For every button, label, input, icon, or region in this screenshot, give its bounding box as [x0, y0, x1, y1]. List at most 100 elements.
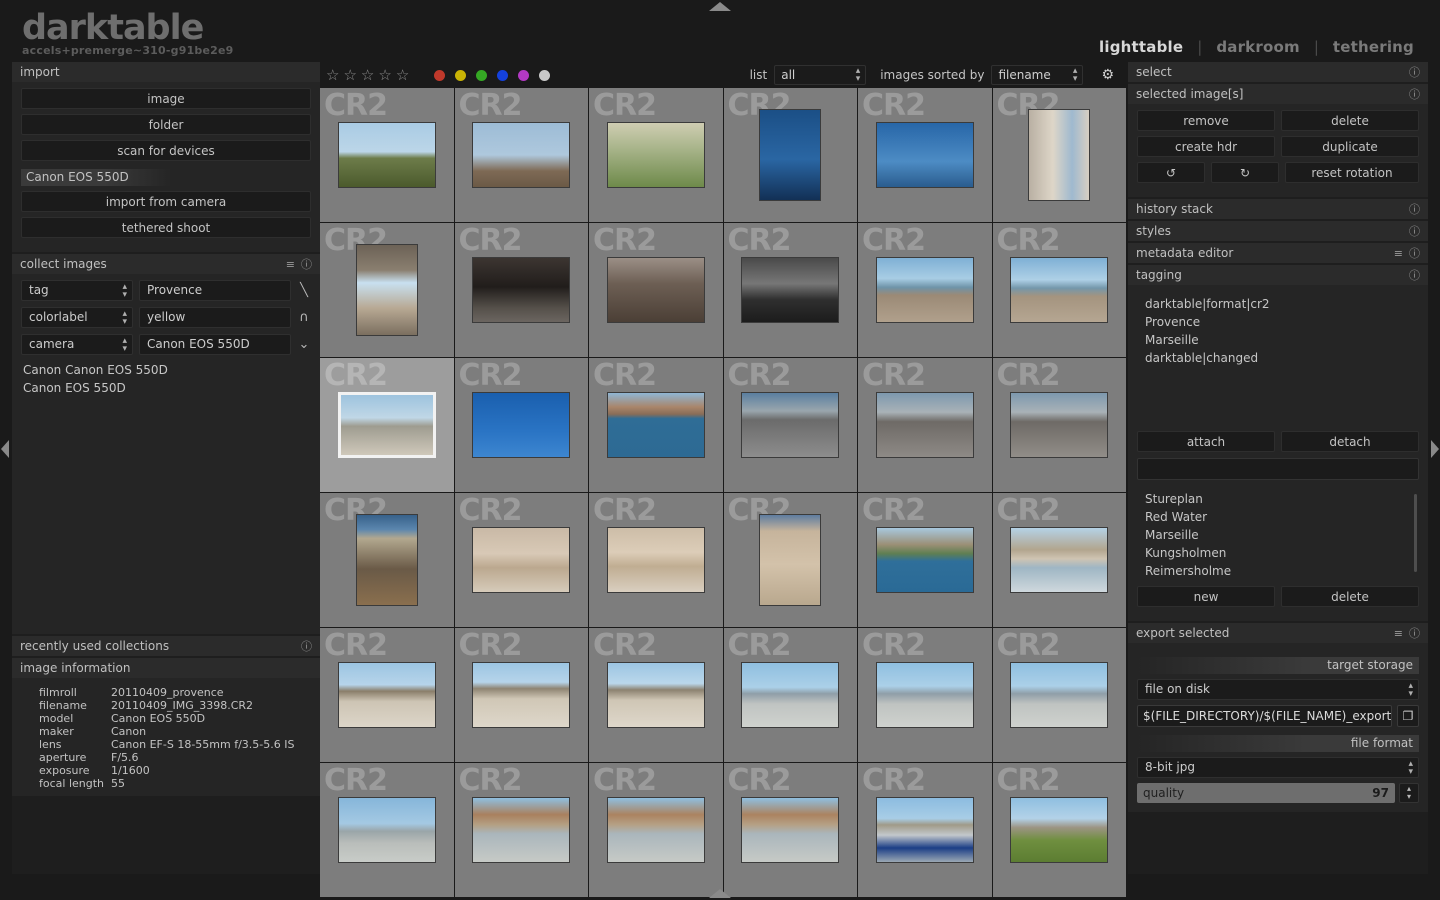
thumbnail-image[interactable]	[338, 797, 436, 863]
tethered-shoot-button[interactable]: tethered shoot	[21, 217, 311, 238]
import-from-camera-button[interactable]: import from camera	[21, 191, 311, 212]
collect-property-select-3[interactable]: camera ▴▾	[21, 334, 133, 355]
bottom-panel-toggle-arrow[interactable]	[709, 889, 731, 898]
image-information-header[interactable]: image information	[12, 658, 320, 678]
thumbnail-cell[interactable]: CR2	[455, 88, 589, 222]
tag-dictionary-list[interactable]: Stureplan Red Water Marseille Kungsholme…	[1137, 486, 1419, 582]
thumbnail-image[interactable]	[472, 392, 570, 458]
thumbnail-cell[interactable]: CR2	[320, 223, 454, 357]
reset-icon[interactable]: ⓘ	[301, 638, 312, 654]
thumbnail-cell[interactable]: CR2	[320, 628, 454, 762]
color-label-yellow-icon[interactable]	[455, 70, 466, 81]
thumbnail-image[interactable]	[876, 797, 974, 863]
collect-value-field-1[interactable]: Provence	[139, 280, 291, 301]
thumbnail-cell[interactable]: CR2	[858, 628, 992, 762]
remove-button[interactable]: remove	[1137, 110, 1275, 131]
history-stack-header[interactable]: history stack ⓘ	[1128, 199, 1428, 219]
rule-operator-icon-3[interactable]: ⌄	[297, 337, 311, 352]
color-label-blue-icon[interactable]	[497, 70, 508, 81]
thumbnail-image[interactable]	[607, 392, 705, 458]
thumbnail-cell[interactable]: CR2	[993, 628, 1127, 762]
thumbnail-image[interactable]	[1010, 662, 1108, 728]
thumbnail-cell[interactable]: CR2	[724, 223, 858, 357]
scan-for-devices-button[interactable]: scan for devices	[21, 140, 311, 161]
list-filter-select[interactable]: all ▴▾	[774, 65, 866, 85]
attached-tags-list[interactable]: darktable|format|cr2 Provence Marseille …	[1137, 291, 1419, 431]
thumbnail-cell[interactable]: CR2	[320, 358, 454, 492]
thumbnail-image[interactable]	[338, 662, 436, 728]
left-panel-toggle-arrow[interactable]	[1, 440, 9, 458]
thumbnail-cell[interactable]: CR2	[858, 88, 992, 222]
thumbnail-image[interactable]	[607, 122, 705, 188]
thumbnail-image[interactable]	[472, 257, 570, 323]
thumbnail-cell[interactable]: CR2	[993, 88, 1127, 222]
thumbnail-image[interactable]	[1028, 109, 1090, 201]
collect-result-item[interactable]: Canon Canon EOS 550D	[21, 361, 311, 379]
rule-operator-icon-1[interactable]: ╲	[297, 283, 311, 298]
thumbnail-cell[interactable]: CR2	[993, 358, 1127, 492]
new-tag-button[interactable]: new	[1137, 586, 1275, 607]
color-label-red-icon[interactable]	[434, 70, 445, 81]
thumbnail-image[interactable]	[741, 797, 839, 863]
hamburger-icon[interactable]: ≡	[1394, 627, 1403, 640]
star-icon[interactable]: ☆	[343, 68, 356, 83]
duplicate-button[interactable]: duplicate	[1281, 136, 1419, 157]
dictionary-tag-item[interactable]: Red Water	[1145, 508, 1419, 526]
thumbnail-image[interactable]	[876, 257, 974, 323]
thumbnail-image[interactable]	[876, 662, 974, 728]
reset-icon[interactable]: ⓘ	[1409, 267, 1420, 283]
thumbnail-image[interactable]	[876, 122, 974, 188]
thumbnail-cell[interactable]: CR2	[724, 88, 858, 222]
thumbnail-cell[interactable]: CR2	[858, 358, 992, 492]
thumbnail-image[interactable]	[876, 392, 974, 458]
attached-tag-item[interactable]: darktable|format|cr2	[1145, 295, 1419, 313]
reset-icon[interactable]: ⓘ	[1409, 245, 1420, 261]
gear-icon[interactable]: ⚙	[1101, 67, 1114, 83]
reset-rotation-button[interactable]: reset rotation	[1285, 162, 1419, 183]
tagging-header[interactable]: tagging ⓘ	[1128, 265, 1428, 285]
thumbnail-cell[interactable]: CR2	[589, 763, 723, 897]
thumbnail-cell[interactable]: CR2	[589, 223, 723, 357]
reset-icon[interactable]: ⓘ	[301, 256, 312, 272]
thumbnail-cell[interactable]: CR2	[724, 493, 858, 627]
thumbnail-image[interactable]	[356, 244, 418, 336]
attached-tag-item[interactable]: darktable|changed	[1145, 349, 1419, 367]
tag-list-scrollbar[interactable]	[1414, 494, 1417, 572]
thumbnail-image[interactable]	[876, 527, 974, 593]
thumbnail-cell[interactable]: CR2	[320, 88, 454, 222]
rotate-ccw-button[interactable]: ↺	[1137, 162, 1205, 183]
thumbnail-cell[interactable]: CR2	[724, 358, 858, 492]
thumbnail-image[interactable]	[472, 662, 570, 728]
tag-entry-input[interactable]	[1137, 458, 1419, 480]
thumbnail-cell[interactable]: CR2	[858, 493, 992, 627]
rotate-cw-button[interactable]: ↻	[1211, 162, 1279, 183]
dictionary-tag-item[interactable]: Kungsholmen	[1145, 544, 1419, 562]
thumbnail-cell[interactable]: CR2	[993, 493, 1127, 627]
view-darkroom[interactable]: darkroom	[1202, 38, 1313, 56]
right-panel-toggle-arrow[interactable]	[1431, 440, 1439, 458]
quality-stepper[interactable]: ▴▾	[1399, 783, 1419, 803]
collect-value-field-3[interactable]: Canon EOS 550D	[139, 334, 291, 355]
reset-icon[interactable]: ⓘ	[1409, 201, 1420, 217]
collect-result-item[interactable]: Canon EOS 550D	[21, 379, 311, 397]
reset-icon[interactable]: ⓘ	[1409, 223, 1420, 239]
styles-header[interactable]: styles ⓘ	[1128, 221, 1428, 241]
rule-operator-icon-2[interactable]: ∩	[297, 310, 311, 325]
thumbnail-image[interactable]	[472, 527, 570, 593]
color-label-purple-icon[interactable]	[518, 70, 529, 81]
metadata-editor-header[interactable]: metadata editor ≡ ⓘ	[1128, 243, 1428, 263]
delete-tag-button[interactable]: delete	[1281, 586, 1419, 607]
thumbnail-image[interactable]	[741, 392, 839, 458]
view-tethering[interactable]: tethering	[1319, 38, 1428, 56]
thumbnail-cell[interactable]: CR2	[589, 628, 723, 762]
collect-value-field-2[interactable]: yellow	[139, 307, 291, 328]
attached-tag-item[interactable]: Provence	[1145, 313, 1419, 331]
file-format-select[interactable]: 8-bit jpg ▴▾	[1137, 757, 1419, 778]
thumbnail-cell[interactable]: CR2	[455, 358, 589, 492]
thumbnail-image[interactable]	[338, 392, 436, 458]
thumbnail-cell[interactable]: CR2	[724, 628, 858, 762]
dictionary-tag-item[interactable]: Stureplan	[1145, 490, 1419, 508]
thumbnail-cell[interactable]: CR2	[858, 223, 992, 357]
detach-tag-button[interactable]: detach	[1281, 431, 1419, 452]
thumbnail-cell[interactable]: CR2	[589, 493, 723, 627]
